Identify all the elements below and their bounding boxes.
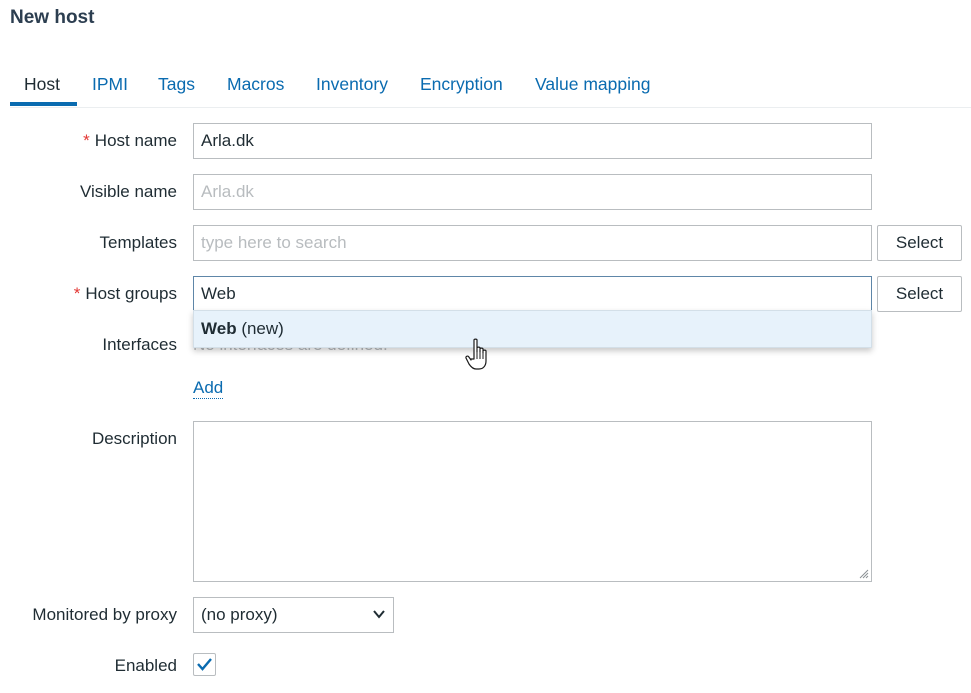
visible-name-input[interactable]: Arla.dk — [193, 174, 872, 210]
host-groups-select-button[interactable]: Select — [877, 276, 962, 312]
tab-value-mapping[interactable]: Value mapping — [535, 74, 650, 95]
host-group-suggestion[interactable]: Web (new) — [193, 310, 872, 348]
hand-pointer-icon — [465, 338, 487, 370]
description-textarea[interactable] — [193, 421, 872, 582]
tab-bar: Host IPMI Tags Macros Inventory Encrypti… — [10, 62, 971, 108]
interfaces-label: Interfaces — [102, 335, 177, 354]
enabled-label: Enabled — [114, 656, 177, 675]
suggestion-match: Web — [201, 319, 237, 338]
tab-encryption[interactable]: Encryption — [420, 74, 503, 95]
visible-name-label: Visible name — [79, 182, 177, 201]
required-marker: * — [73, 284, 81, 303]
host-name-input[interactable]: Arla.dk — [193, 123, 872, 159]
suggestion-new-tag: (new) — [241, 319, 284, 338]
resize-grip-icon[interactable] — [859, 569, 869, 579]
active-tab-indicator — [10, 102, 77, 106]
enabled-checkbox[interactable] — [193, 653, 216, 676]
proxy-select-value: (no proxy) — [201, 605, 278, 624]
tab-macros[interactable]: Macros — [227, 74, 284, 95]
proxy-select[interactable]: (no proxy) — [193, 597, 394, 633]
tab-tags[interactable]: Tags — [158, 74, 195, 95]
templates-select-button[interactable]: Select — [877, 225, 962, 261]
tab-inventory[interactable]: Inventory — [316, 74, 388, 95]
proxy-label: Monitored by proxy — [32, 605, 177, 624]
tab-ipmi[interactable]: IPMI — [92, 74, 128, 95]
page-title: New host — [10, 7, 95, 28]
templates-search-input[interactable]: type here to search — [193, 225, 872, 261]
tab-host[interactable]: Host — [24, 74, 60, 95]
templates-label: Templates — [99, 233, 177, 252]
required-marker: * — [83, 131, 90, 150]
add-interface-link[interactable]: Add — [193, 378, 224, 399]
description-label: Description — [91, 429, 177, 448]
checkmark-icon — [197, 658, 212, 671]
host-groups-input[interactable]: Web — [193, 276, 872, 312]
host-groups-label: * Host groups — [73, 284, 177, 303]
host-name-label: * Host name — [83, 131, 177, 150]
chevron-down-icon — [373, 610, 385, 619]
